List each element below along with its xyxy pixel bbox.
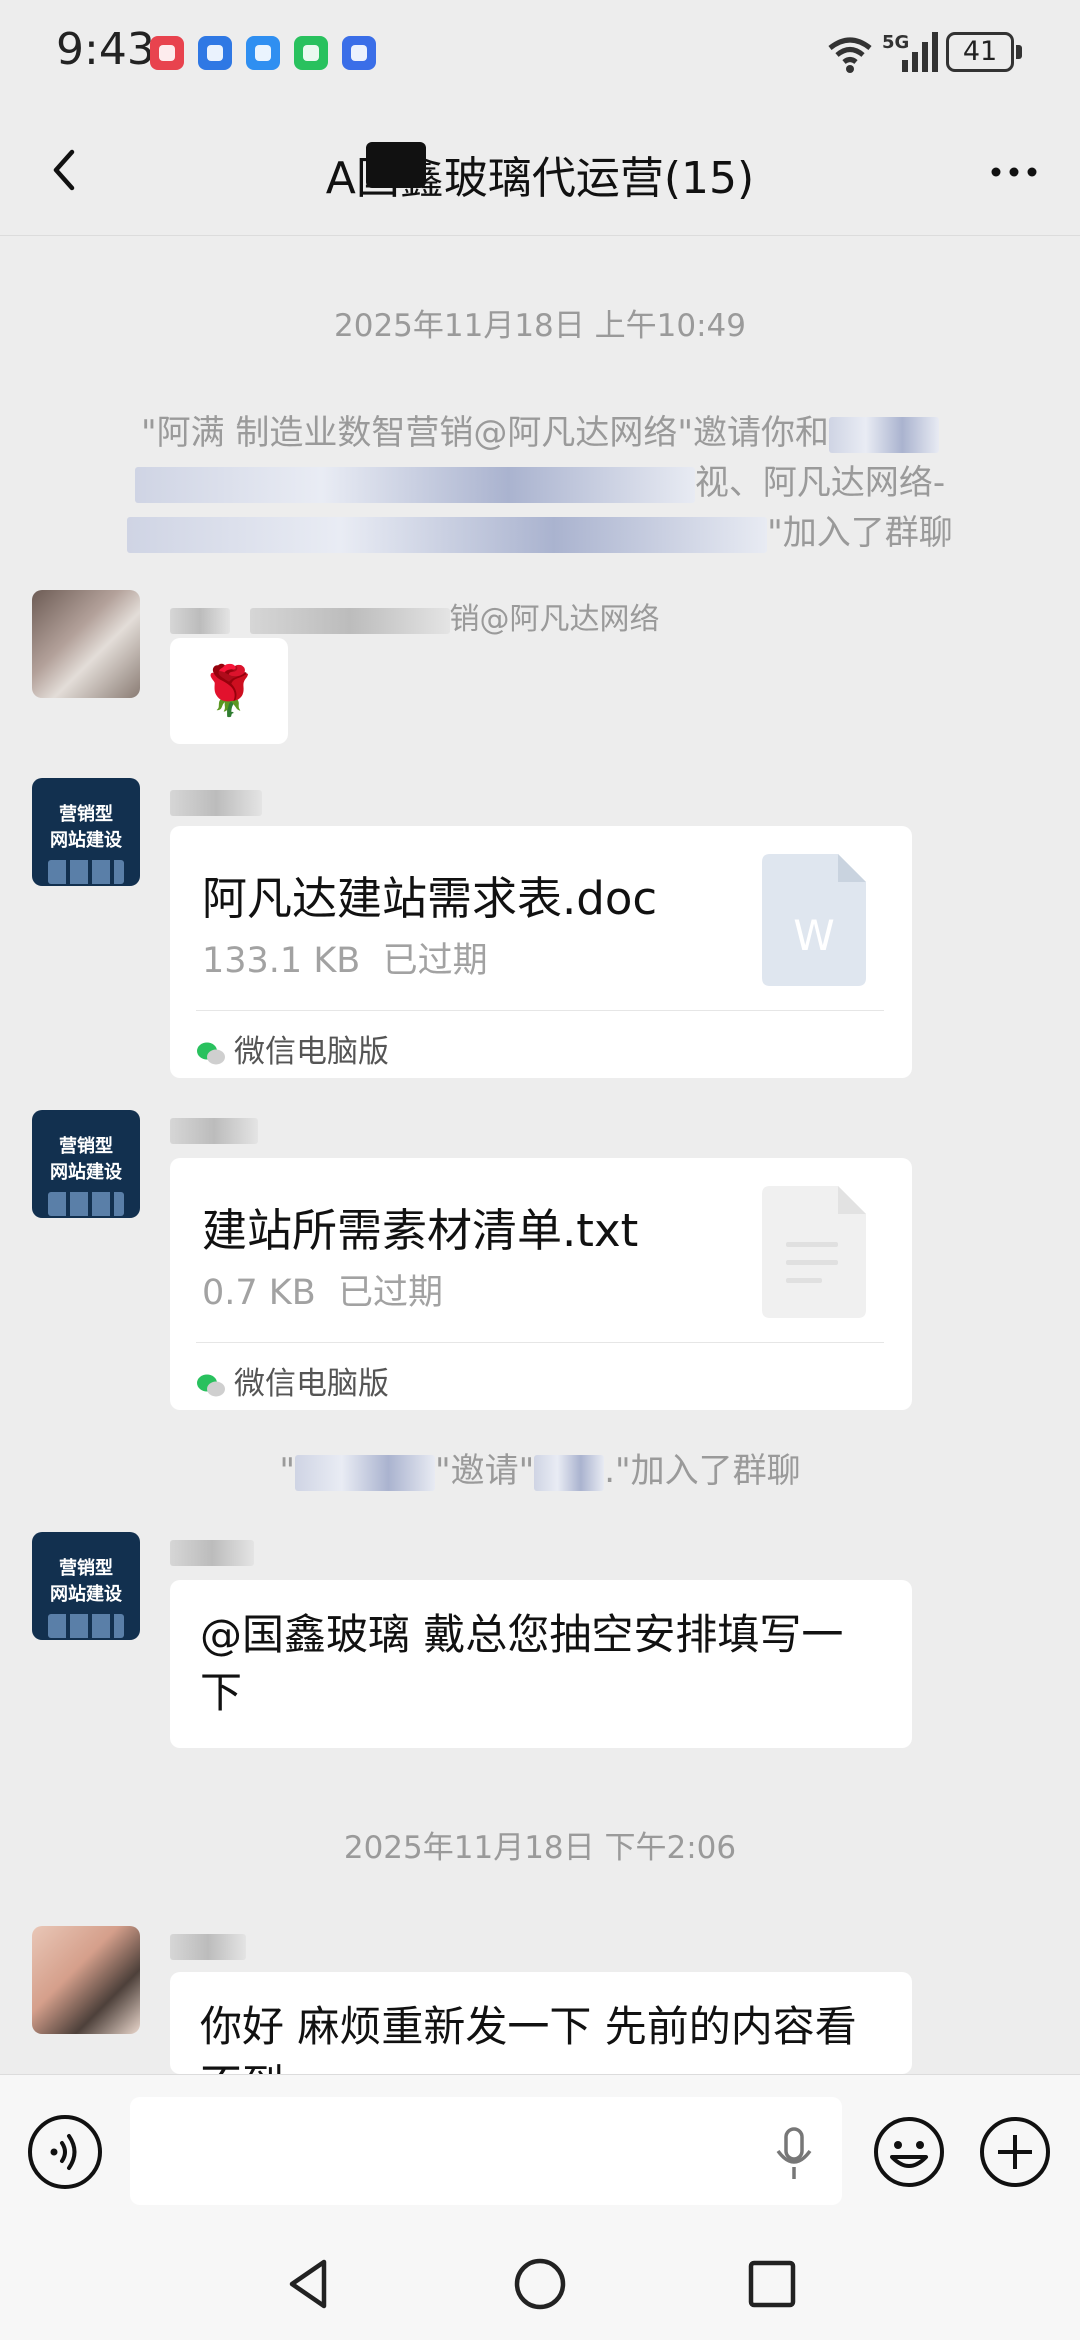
system-invite-message: " "邀请" ."加入了群聊 <box>279 1451 801 1491</box>
divider <box>196 1342 884 1343</box>
avatar[interactable] <box>32 1926 140 2034</box>
emoji-icon[interactable] <box>872 2115 946 2189</box>
poster-graphic <box>48 860 124 884</box>
message-bubble[interactable]: 你好 麻烦重新发一下 先前的内容看不到 <box>170 1972 912 2074</box>
sender-name <box>170 784 262 819</box>
divider <box>196 1010 884 1011</box>
sender-name <box>170 1112 258 1147</box>
poster-text: 营销型 <box>59 1558 113 1579</box>
chat-title: A国鑫玻璃代运营(15) <box>325 153 755 204</box>
nav-recents-icon[interactable] <box>744 2256 800 2312</box>
poster-text: 营销型 <box>59 1136 113 1157</box>
wechat-logo-icon <box>197 1374 225 1396</box>
redaction-mask <box>249 607 450 634</box>
sender-name <box>170 1534 254 1569</box>
redaction-mask <box>170 607 230 634</box>
redaction-mask <box>170 1933 246 1960</box>
poster-graphic <box>48 1192 124 1216</box>
sender-name <box>170 1928 246 1963</box>
message-bubble[interactable]: 🌹 <box>170 638 288 744</box>
voice-toggle-button[interactable] <box>28 2115 102 2189</box>
redaction-mask <box>127 516 768 553</box>
back-arrow-icon[interactable] <box>36 140 96 200</box>
redaction-mask <box>134 466 695 503</box>
avatar[interactable]: 营销型 网站建设 <box>32 1110 140 1218</box>
add-icon[interactable] <box>978 2115 1052 2189</box>
system-line: "加入了群聊 <box>80 508 1000 558</box>
wifi-icon <box>828 37 872 73</box>
file-name: 建站所需素材清单.txt <box>202 1204 639 1257</box>
sender-name: 销@阿凡达网络 <box>170 594 660 638</box>
text-document-icon <box>762 1186 866 1318</box>
battery-indicator: 41 <box>946 32 1022 72</box>
network-label: 5G <box>882 32 909 53</box>
redaction-mask <box>829 416 940 453</box>
file-meta: 133.1 KB 已过期 <box>202 941 488 981</box>
wechat-logo-icon <box>197 1042 225 1064</box>
nav-back-icon[interactable] <box>282 2256 338 2312</box>
file-name: 阿凡达建站需求表.doc <box>202 872 658 925</box>
redaction-mask <box>294 1454 435 1491</box>
file-message-card[interactable]: 阿凡达建站需求表.doc 133.1 KB 已过期 W 微信电脑版 <box>170 826 912 1078</box>
message-input[interactable] <box>130 2097 842 2205</box>
status-time: 9:43 <box>56 24 155 75</box>
poster-text: 网站建设 <box>50 1584 122 1605</box>
timestamp: 2025年11月18日 下午2:06 <box>343 1830 737 1866</box>
bulb-app-icon <box>198 36 232 70</box>
nav-home-icon[interactable] <box>512 2256 568 2312</box>
system-line: 视、阿凡达网络- <box>80 458 1000 508</box>
system-line: "阿满 制造业数智营销@阿凡达网络"邀请你和 <box>80 408 1000 458</box>
avatar[interactable] <box>32 590 140 698</box>
redaction-mask <box>534 1454 605 1491</box>
redaction-mask <box>170 1117 258 1144</box>
wechat-app-icon <box>294 36 328 70</box>
word-letter: W <box>793 911 835 960</box>
file-source: 微信电脑版 <box>196 1358 389 1403</box>
word-document-icon: W <box>762 854 866 986</box>
message-app-icon <box>246 36 280 70</box>
timestamp: 2025年11月18日 上午10:49 <box>334 308 746 344</box>
poster-text: 网站建设 <box>50 1162 122 1183</box>
redaction-mask <box>366 142 426 188</box>
input-bar <box>0 2074 1080 2230</box>
status-bar: 9:43 5G 41 <box>0 0 1080 110</box>
microphone-icon[interactable] <box>774 2127 814 2181</box>
redaction-mask <box>170 1539 254 1566</box>
poster-text: 网站建设 <box>50 830 122 851</box>
poster-text: 营销型 <box>59 804 113 825</box>
file-meta: 0.7 KB 已过期 <box>202 1273 444 1313</box>
chat-header: A国鑫玻璃代运营(15) <box>0 110 1080 236</box>
poster-graphic <box>48 1614 124 1638</box>
more-options-icon[interactable] <box>984 142 1044 202</box>
system-invite-message: "阿满 制造业数智营销@阿凡达网络"邀请你和 视、阿凡达网络- "加入了群聊 <box>80 408 1000 558</box>
file-source: 微信电脑版 <box>196 1026 389 1071</box>
book-app-icon <box>150 36 184 70</box>
signal-icon: 5G <box>882 32 938 72</box>
redaction-mask <box>170 789 262 816</box>
avatar[interactable]: 营销型 网站建设 <box>32 1532 140 1640</box>
file-message-card[interactable]: 建站所需素材清单.txt 0.7 KB 已过期 微信电脑版 <box>170 1158 912 1410</box>
voice-wave-icon <box>50 2134 77 2170</box>
avatar[interactable]: 营销型 网站建设 <box>32 778 140 886</box>
voice-app-icon <box>342 36 376 70</box>
message-bubble[interactable]: @国鑫玻璃 戴总您抽空安排填写一下 <box>170 1580 912 1748</box>
system-nav-bar <box>0 2230 1080 2340</box>
